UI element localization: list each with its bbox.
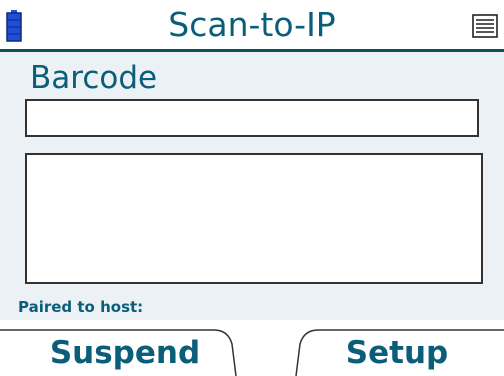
main-panel: Barcode Paired to host:: [0, 52, 504, 320]
suspend-button[interactable]: Suspend: [20, 330, 230, 376]
barcode-label: Barcode: [30, 60, 158, 96]
softkey-bar: Suspend Setup: [0, 320, 504, 376]
setup-button[interactable]: Setup: [302, 330, 492, 376]
scan-output-area[interactable]: [25, 153, 483, 284]
barcode-input[interactable]: [25, 99, 479, 137]
pairing-status: Paired to host:: [18, 298, 144, 316]
menu-icon[interactable]: [472, 14, 498, 38]
header-bar: Scan-to-IP: [0, 0, 504, 52]
app-title: Scan-to-IP: [168, 5, 336, 44]
